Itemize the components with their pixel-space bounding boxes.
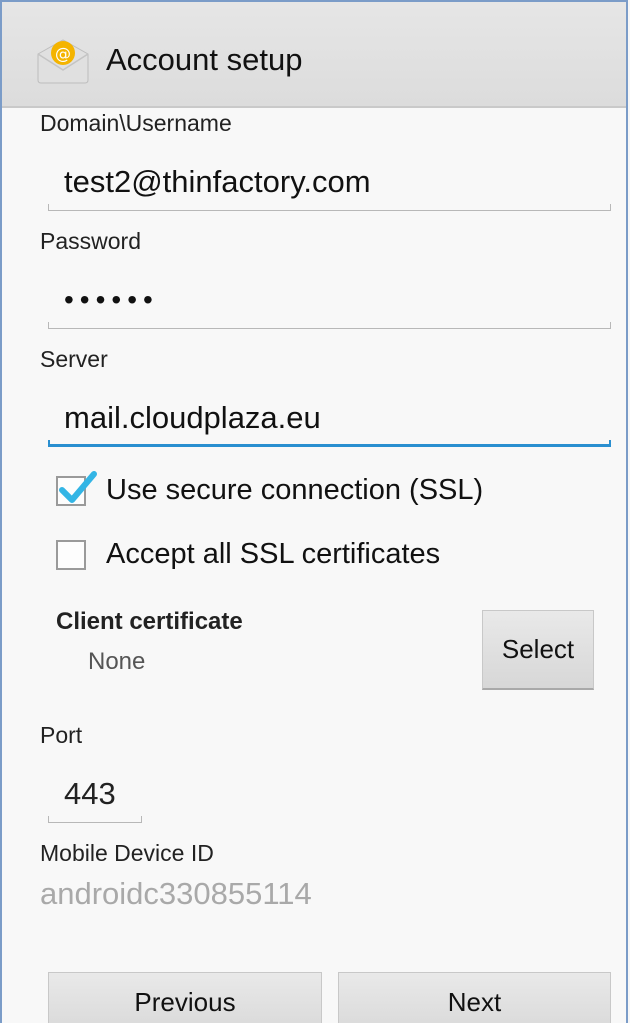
server-field[interactable]: mail.cloudplaza.eu [48,396,610,440]
username-field[interactable]: test2@thinfactory.com [48,160,610,204]
accept-all-option[interactable]: Accept all SSL certificates [56,538,440,571]
port-field[interactable]: 443 [48,772,142,816]
device-id-value: androidc330855114 [40,876,312,911]
accept-all-checkbox[interactable] [56,539,86,570]
client-certificate-value: None [88,648,146,675]
select-certificate-button[interactable]: Select [482,610,594,690]
password-underline [48,322,611,329]
page-title: Account setup [106,42,303,77]
server-underline [48,440,611,447]
password-field[interactable]: •••••• [48,278,610,322]
svg-text:@: @ [55,44,71,63]
port-label: Port [40,722,83,748]
username-label: Domain\Username [40,110,232,136]
device-id-label: Mobile Device ID [40,840,214,866]
accept-all-label: Accept all SSL certificates [106,538,441,570]
client-certificate-title: Client certificate [56,608,243,635]
previous-label: Previous [134,987,236,1017]
action-bar: @ Account setup [2,2,626,108]
email-app-icon: @ [37,39,89,84]
next-label: Next [447,987,502,1017]
port-underline [48,816,142,823]
password-label: Password [40,228,141,254]
username-underline [48,204,611,211]
server-label: Server [40,346,108,372]
ssl-checkbox[interactable] [56,470,97,506]
checkmark-icon [59,470,97,503]
previous-button[interactable]: Previous [48,972,322,1023]
next-button[interactable]: Next [338,972,611,1023]
ssl-option[interactable]: Use secure connection (SSL) [56,470,484,507]
account-setup-screen: @ Account setup Domain\Username test2@th… [0,0,628,1023]
ssl-label: Use secure connection (SSL) [106,474,484,506]
